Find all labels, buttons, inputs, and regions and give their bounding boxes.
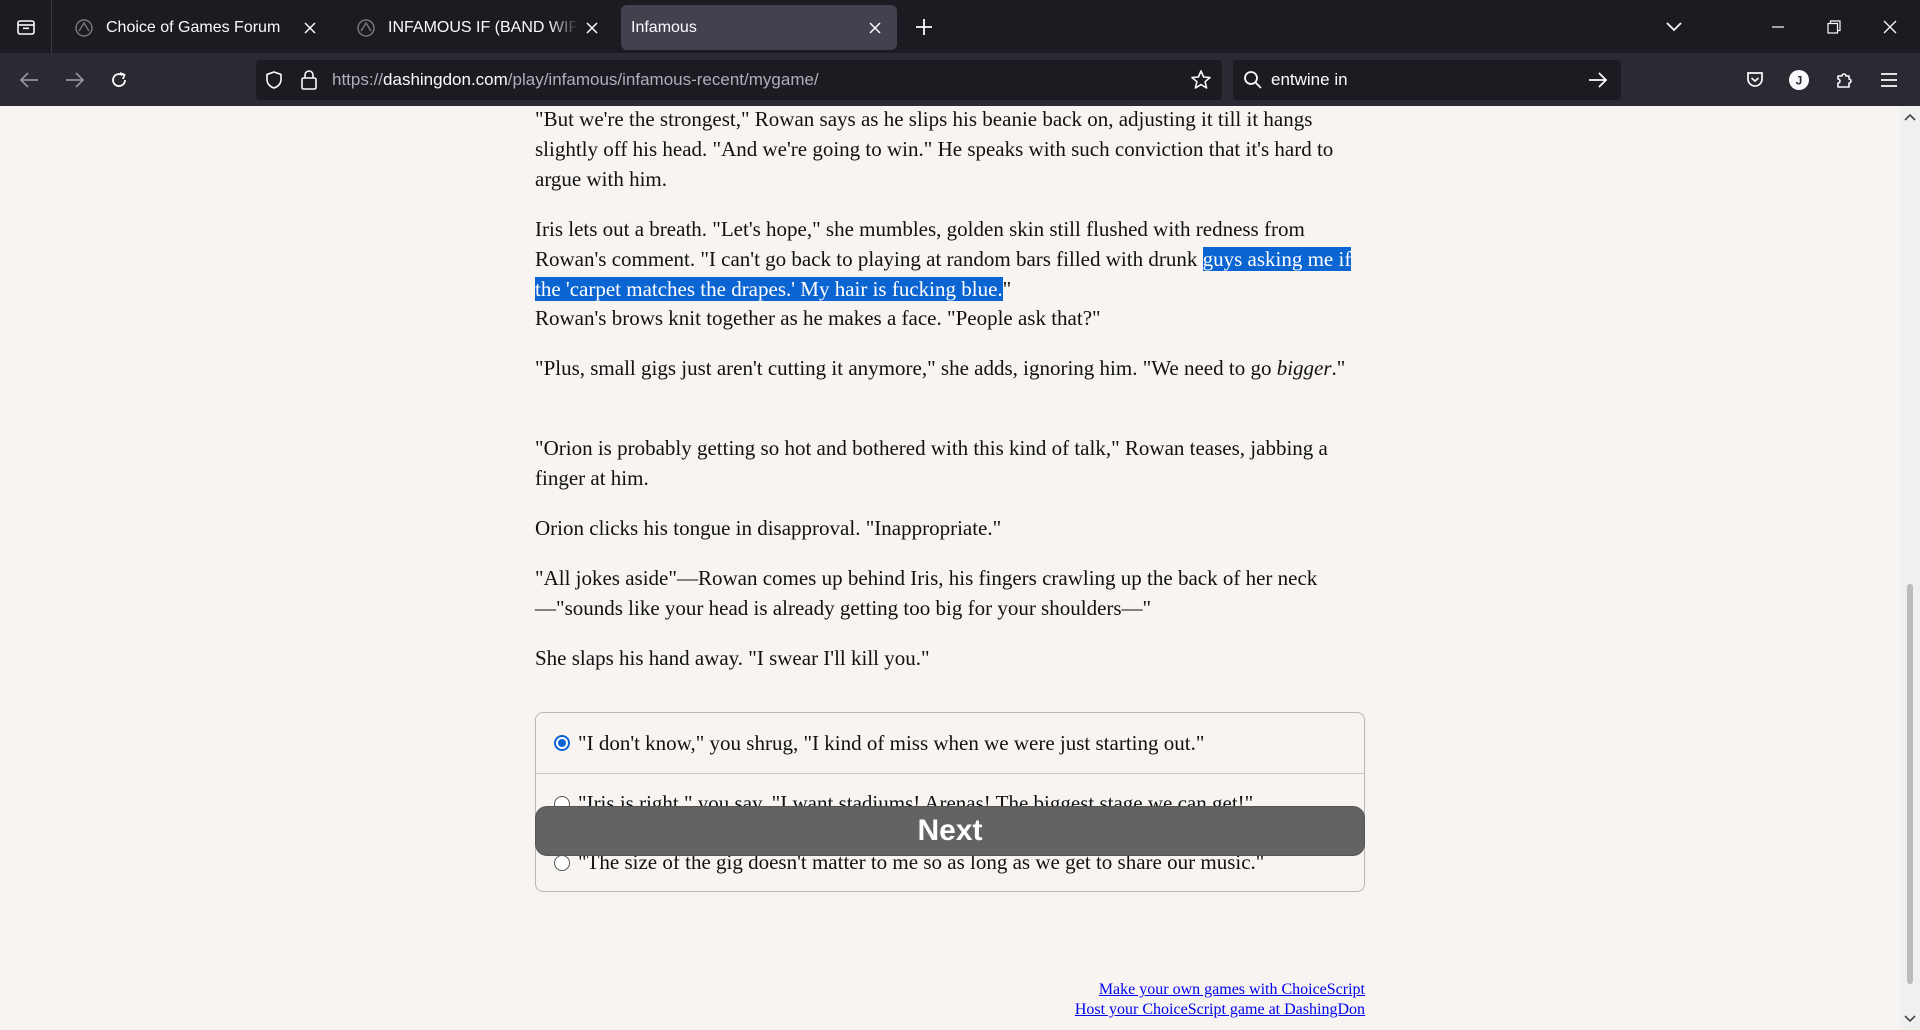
chevron-down-icon bbox=[1666, 22, 1682, 32]
new-tab-button[interactable] bbox=[906, 9, 942, 45]
paragraph-text: ." bbox=[1331, 356, 1346, 380]
scrollbar-thumb[interactable] bbox=[1907, 584, 1913, 984]
story-paragraph: "But we're the strongest," Rowan says as… bbox=[535, 107, 1334, 191]
tab-choice-of-games-forum[interactable]: Choice of Games Forum bbox=[58, 5, 332, 50]
page-scrollbar[interactable] bbox=[1900, 106, 1920, 1030]
address-bar[interactable]: https://dashingdon.com/play/infamous/inf… bbox=[256, 60, 1222, 100]
app-menu-button[interactable] bbox=[1870, 61, 1908, 99]
choice-list: "I don't know," you shrug, "I kind of mi… bbox=[535, 712, 1365, 892]
search-icon bbox=[1244, 71, 1262, 89]
dashingdon-host-link[interactable]: Host your ChoiceScript game at DashingDo… bbox=[535, 1000, 1365, 1020]
tab-bar: Choice of Games Forum INFAMOUS IF (BAND … bbox=[0, 0, 1920, 53]
close-tab-icon[interactable] bbox=[296, 14, 324, 42]
choicescript-link[interactable]: Make your own games with ChoiceScript bbox=[535, 980, 1365, 1000]
tab-title: Choice of Games Forum bbox=[106, 18, 281, 36]
navigation-toolbar: https://dashingdon.com/play/infamous/inf… bbox=[0, 53, 1920, 106]
tab-list-icon bbox=[16, 19, 35, 35]
plus-icon bbox=[916, 19, 932, 35]
search-bar[interactable]: entwine in bbox=[1233, 60, 1621, 100]
tab-title: Infamous bbox=[631, 18, 697, 36]
forum-favicon-icon bbox=[75, 18, 93, 37]
url-scheme: https:// bbox=[332, 70, 384, 89]
tab-overflow-button[interactable] bbox=[1656, 9, 1692, 45]
emphasized-text: bigger bbox=[1276, 356, 1332, 380]
next-label: Next bbox=[917, 814, 983, 847]
close-tab-icon[interactable] bbox=[861, 14, 889, 42]
restore-button[interactable] bbox=[1816, 9, 1852, 45]
close-window-button[interactable] bbox=[1872, 9, 1908, 45]
close-tab-icon[interactable] bbox=[578, 14, 606, 42]
choice-label: "I don't know," you shrug, "I kind of mi… bbox=[578, 730, 1205, 755]
reload-icon bbox=[112, 72, 126, 87]
radio-button[interactable] bbox=[554, 854, 570, 871]
arrow-left-icon bbox=[19, 72, 38, 88]
arrow-right-icon bbox=[66, 72, 85, 88]
shield-icon bbox=[266, 71, 282, 89]
scroll-down-icon[interactable] bbox=[1903, 1012, 1917, 1026]
reload-button[interactable] bbox=[100, 61, 138, 99]
choice-option[interactable]: "I don't know," you shrug, "I kind of mi… bbox=[536, 713, 1364, 773]
tab-infamous-forum-thread[interactable]: INFAMOUS IF (BAND WIP) CHAPTER bbox=[340, 5, 614, 50]
paragraph-text: " bbox=[1002, 277, 1012, 301]
story-paragraph: Rowan's brows knit together as he makes … bbox=[535, 306, 1101, 330]
minimize-icon bbox=[1772, 26, 1784, 28]
pocket-icon bbox=[1747, 72, 1763, 87]
paragraph-text: "Plus, small gigs just aren't cutting it… bbox=[535, 356, 1277, 380]
forward-button[interactable] bbox=[56, 61, 94, 99]
story-paragraph: She slaps his hand away. "I swear I'll k… bbox=[535, 646, 930, 670]
lock-icon bbox=[301, 70, 317, 90]
paragraph-text: Iris lets out a breath. "Let's hope," sh… bbox=[535, 217, 1305, 271]
account-button[interactable]: J bbox=[1780, 61, 1818, 99]
search-query: entwine in bbox=[1271, 70, 1348, 89]
restore-icon bbox=[1827, 20, 1841, 34]
radio-button-selected[interactable] bbox=[554, 735, 570, 751]
scroll-up-icon[interactable] bbox=[1903, 110, 1917, 124]
pocket-button[interactable] bbox=[1736, 61, 1774, 99]
url-path: /play/infamous/infamous-recent/mygame/ bbox=[507, 70, 819, 89]
footer-links: Make your own games with ChoiceScript Ho… bbox=[535, 980, 1365, 1020]
story-paragraph: Iris lets out a breath. "Let's hope," sh… bbox=[535, 214, 1365, 304]
story-paragraph: "Orion is probably getting so hot and bo… bbox=[535, 436, 1328, 490]
next-button-overlay[interactable]: Next bbox=[535, 806, 1365, 856]
puzzle-piece-icon bbox=[1837, 73, 1852, 88]
go-arrow-icon[interactable] bbox=[1588, 71, 1608, 89]
svg-text:J: J bbox=[1796, 74, 1803, 88]
story-paragraph: "All jokes aside"—Rowan comes up behind … bbox=[535, 566, 1318, 620]
minimize-button[interactable] bbox=[1760, 9, 1796, 45]
url-text: https://dashingdon.com/play/infamous/inf… bbox=[332, 70, 819, 90]
game-page: "But we're the strongest," Rowan says as… bbox=[0, 106, 1900, 1030]
list-all-tabs-button[interactable] bbox=[0, 0, 52, 53]
forum-favicon-icon bbox=[357, 18, 375, 37]
story-paragraph: Orion clicks his tongue in disapproval. … bbox=[535, 516, 1002, 540]
back-button[interactable] bbox=[10, 61, 48, 99]
hamburger-menu-icon bbox=[1881, 73, 1897, 87]
bookmark-star-icon[interactable] bbox=[1190, 69, 1212, 91]
extensions-button[interactable] bbox=[1826, 61, 1864, 99]
tab-infamous[interactable]: Infamous bbox=[621, 5, 897, 50]
story-paragraph: "Plus, small gigs just aren't cutting it… bbox=[535, 353, 1365, 383]
avatar-icon: J bbox=[1789, 70, 1809, 90]
tab-title: INFAMOUS IF (BAND WIP) CHAPTER bbox=[388, 18, 578, 36]
url-host: dashingdon.com bbox=[383, 70, 508, 89]
close-icon bbox=[1883, 20, 1897, 34]
